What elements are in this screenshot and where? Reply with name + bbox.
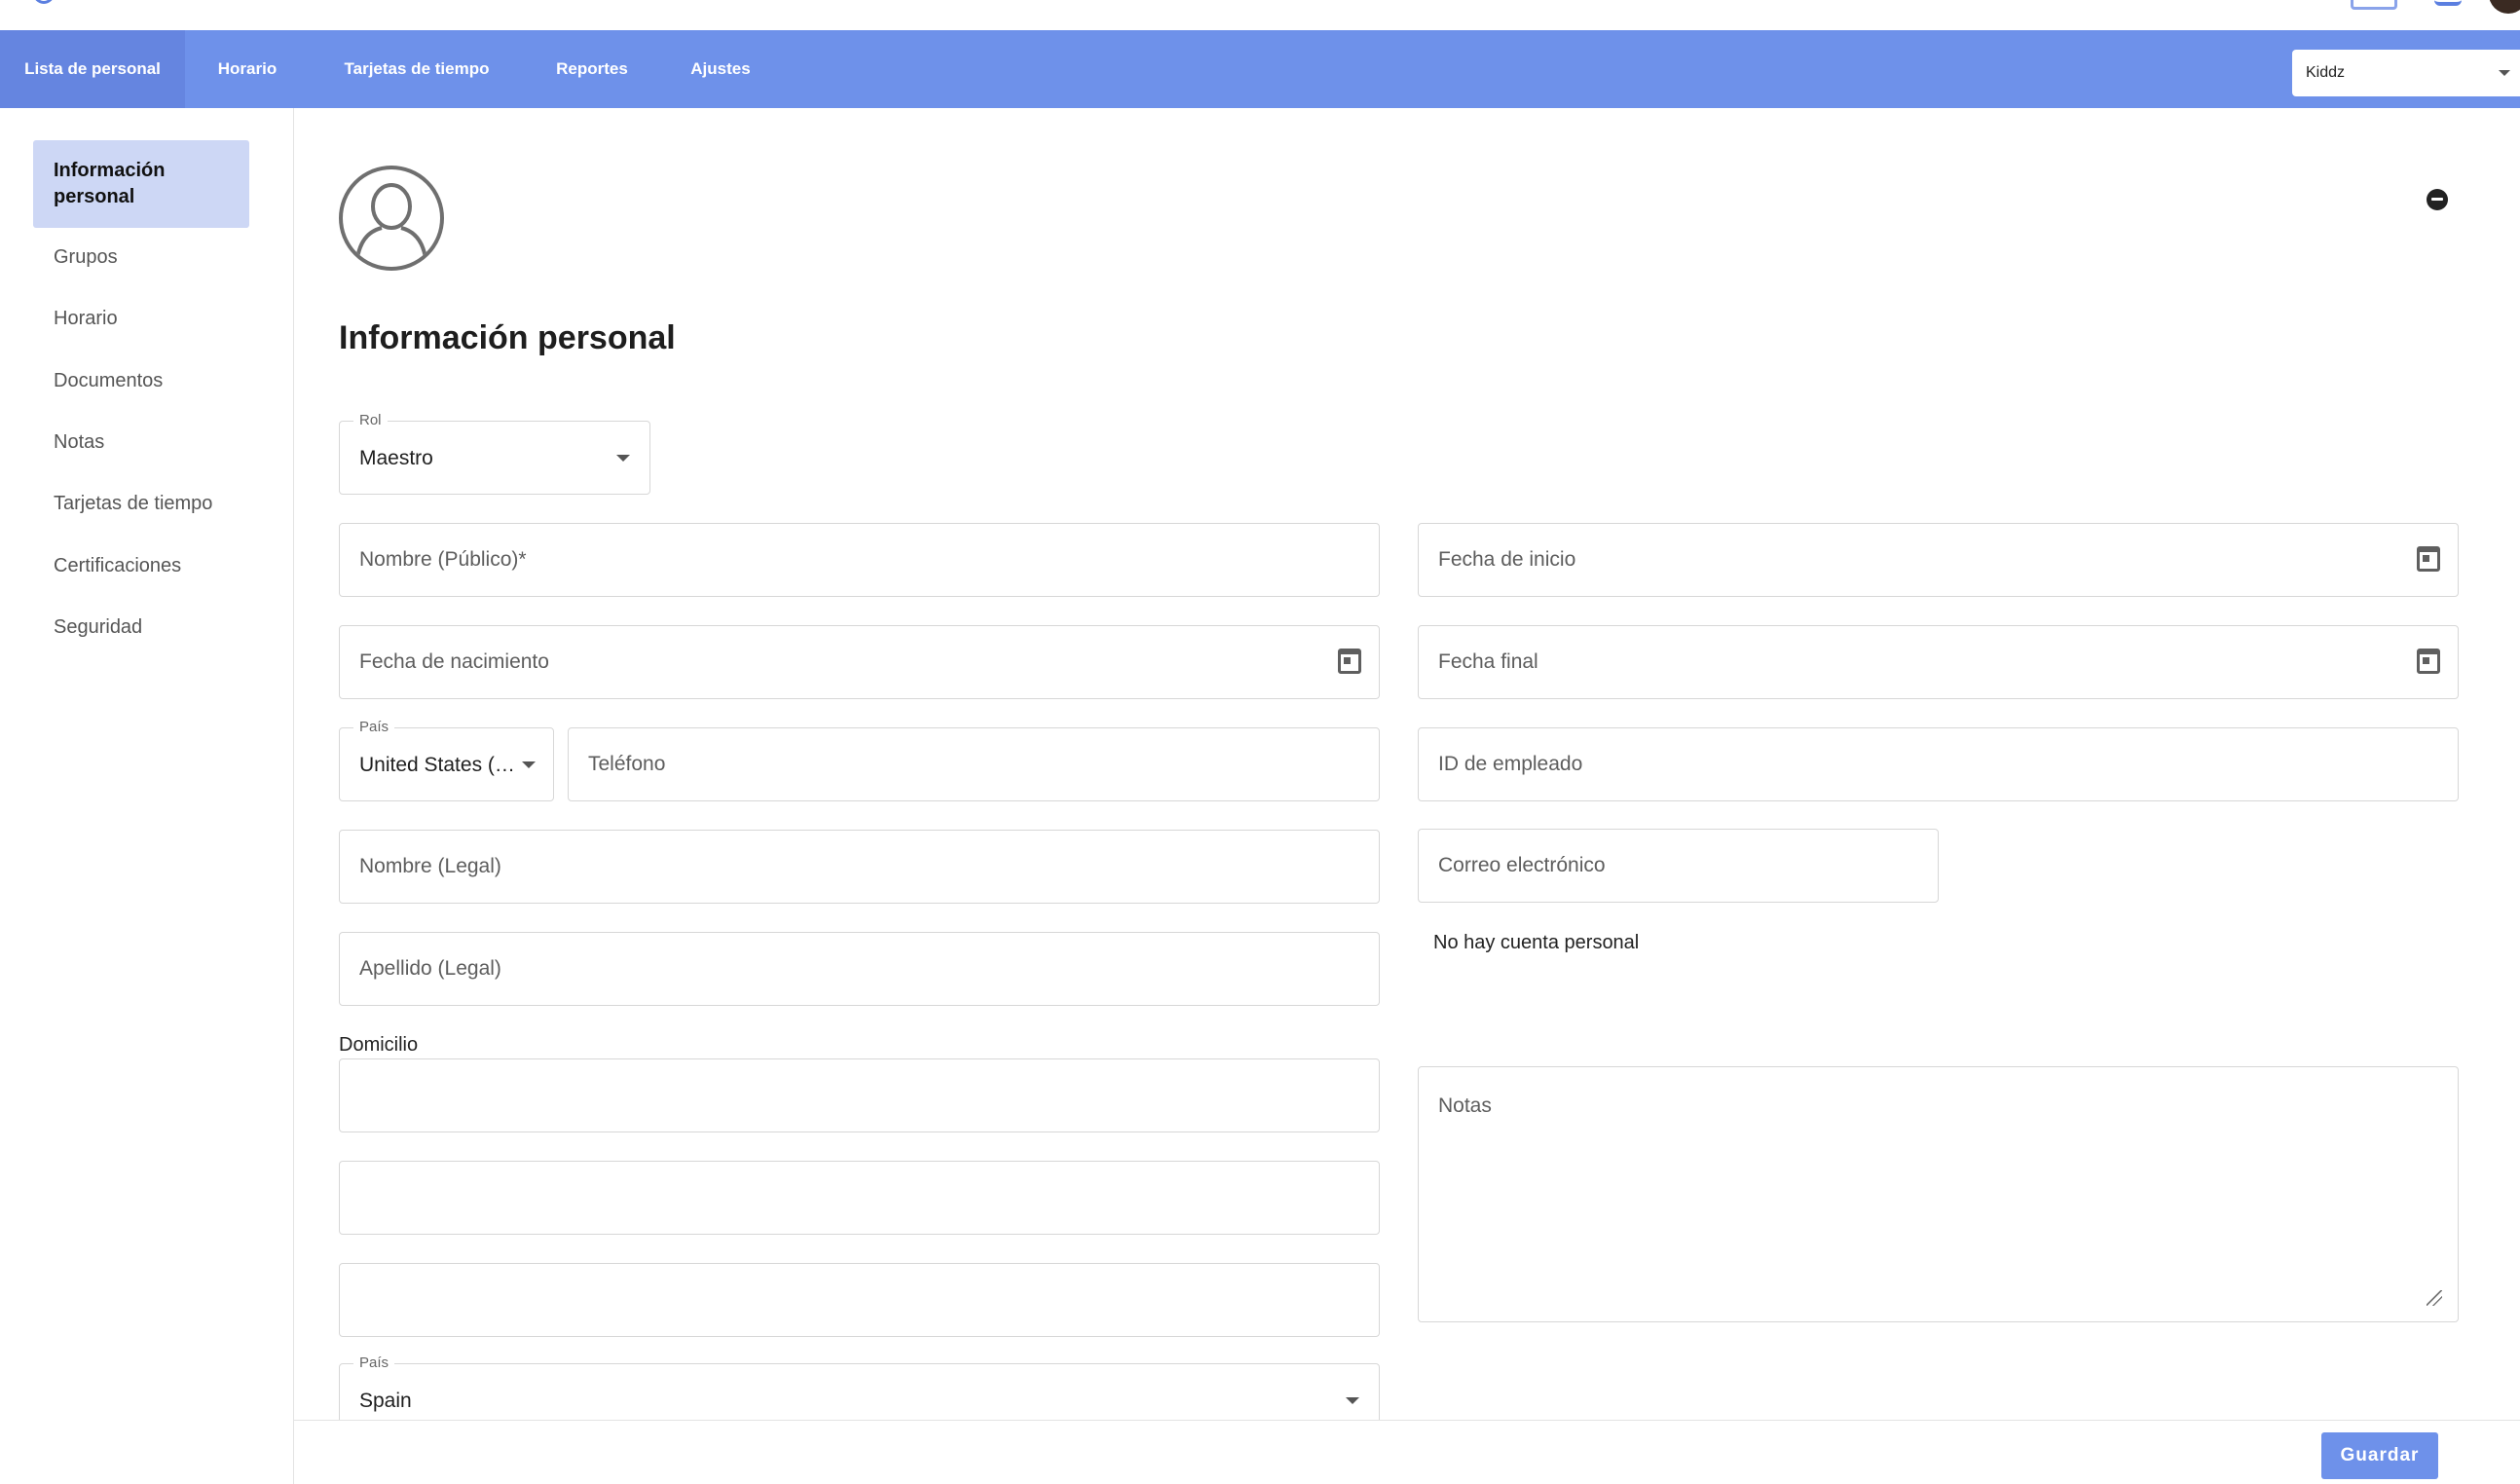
- nombre-publico-placeholder: Nombre (Público)*: [359, 548, 527, 571]
- notification-icon[interactable]: [2434, 0, 2462, 6]
- sidebar-item-tarjetas-de-tiempo[interactable]: Tarjetas de tiempo: [33, 493, 249, 515]
- top-bar: [0, 0, 2520, 30]
- calendar-icon[interactable]: [2417, 546, 2440, 572]
- fecha-inicio-placeholder: Fecha de inicio: [1438, 548, 1576, 571]
- phone-country-value: United States (…: [359, 754, 515, 776]
- rol-label: Rol: [353, 412, 388, 428]
- telefono-input[interactable]: Teléfono: [568, 727, 1380, 801]
- fecha-nacimiento-input[interactable]: Fecha de nacimiento: [339, 625, 1380, 699]
- sidebar-item-horario[interactable]: Horario: [33, 308, 249, 330]
- correo-input[interactable]: Correo electrónico: [1418, 829, 1939, 903]
- sidebar-item-informacion-personal[interactable]: Información personal: [33, 140, 249, 228]
- no-account-text: No hay cuenta personal: [1433, 932, 1640, 953]
- tab-tarjetas-de-tiempo[interactable]: Tarjetas de tiempo: [325, 30, 508, 108]
- nombre-legal-input[interactable]: Nombre (Legal): [339, 830, 1380, 904]
- address-line-1-input[interactable]: [339, 1058, 1380, 1132]
- user-silhouette-icon: [354, 183, 428, 267]
- fecha-final-input[interactable]: Fecha final: [1418, 625, 2459, 699]
- domicilio-label: Domicilio: [339, 1034, 419, 1056]
- sidebar-item-grupos[interactable]: Grupos: [33, 246, 249, 269]
- tab-reportes[interactable]: Reportes: [536, 30, 649, 108]
- address-line-2-input[interactable]: [339, 1161, 1380, 1235]
- nombre-publico-input[interactable]: Nombre (Público)*: [339, 523, 1380, 597]
- chevron-down-icon: [2499, 70, 2510, 76]
- id-empleado-placeholder: ID de empleado: [1438, 753, 1583, 775]
- chevron-down-icon: [1346, 1397, 1359, 1404]
- more-options-icon[interactable]: [2427, 189, 2448, 210]
- address-country-label: País: [353, 1354, 395, 1371]
- footer-bar: [294, 1420, 2520, 1484]
- apellido-legal-input[interactable]: Apellido (Legal): [339, 932, 1380, 1006]
- fecha-inicio-input[interactable]: Fecha de inicio: [1418, 523, 2459, 597]
- logo-icon[interactable]: [33, 0, 55, 4]
- fecha-nacimiento-placeholder: Fecha de nacimiento: [359, 650, 549, 673]
- profile-photo[interactable]: [339, 166, 444, 271]
- sidebar-item-notas[interactable]: Notas: [33, 431, 249, 454]
- chevron-down-icon: [616, 455, 630, 462]
- rol-select[interactable]: Rol Maestro: [339, 412, 650, 495]
- tab-horario[interactable]: Horario: [195, 30, 300, 108]
- address-line-3-input[interactable]: [339, 1263, 1380, 1337]
- save-button[interactable]: Guardar: [2321, 1432, 2438, 1479]
- telefono-placeholder: Teléfono: [588, 753, 666, 775]
- tab-ajustes[interactable]: Ajustes: [674, 30, 767, 108]
- sidebar-item-certificaciones[interactable]: Certificaciones: [33, 555, 249, 577]
- id-empleado-input[interactable]: ID de empleado: [1418, 727, 2459, 801]
- nombre-legal-placeholder: Nombre (Legal): [359, 855, 501, 877]
- notas-placeholder: Notas: [1438, 1094, 1492, 1117]
- user-avatar[interactable]: [2489, 0, 2520, 14]
- main-nav: Lista de personal Horario Tarjetas de ti…: [0, 30, 2520, 108]
- organization-select[interactable]: Kiddz: [2292, 50, 2520, 96]
- calendar-icon[interactable]: [2417, 649, 2440, 674]
- resize-handle-icon[interactable]: [2427, 1290, 2442, 1306]
- chevron-down-icon: [522, 761, 536, 768]
- sidebar-item-documentos[interactable]: Documentos: [33, 370, 249, 392]
- chat-icon[interactable]: [2351, 0, 2397, 10]
- page-title: Información personal: [339, 319, 676, 356]
- sidebar: Información personal Grupos Horario Docu…: [0, 108, 294, 1484]
- address-country-value: Spain: [359, 1390, 412, 1412]
- correo-placeholder: Correo electrónico: [1438, 854, 1606, 876]
- phone-country-select[interactable]: País United States (…: [339, 719, 554, 801]
- sidebar-item-seguridad[interactable]: Seguridad: [33, 616, 249, 639]
- phone-country-label: País: [353, 719, 395, 735]
- rol-value: Maestro: [359, 447, 433, 469]
- calendar-icon[interactable]: [1338, 649, 1361, 674]
- organization-select-value: Kiddz: [2306, 64, 2346, 81]
- fecha-final-placeholder: Fecha final: [1438, 650, 1538, 673]
- apellido-legal-placeholder: Apellido (Legal): [359, 957, 501, 980]
- notas-textarea[interactable]: Notas: [1418, 1066, 2459, 1322]
- tab-lista-de-personal[interactable]: Lista de personal: [0, 30, 185, 108]
